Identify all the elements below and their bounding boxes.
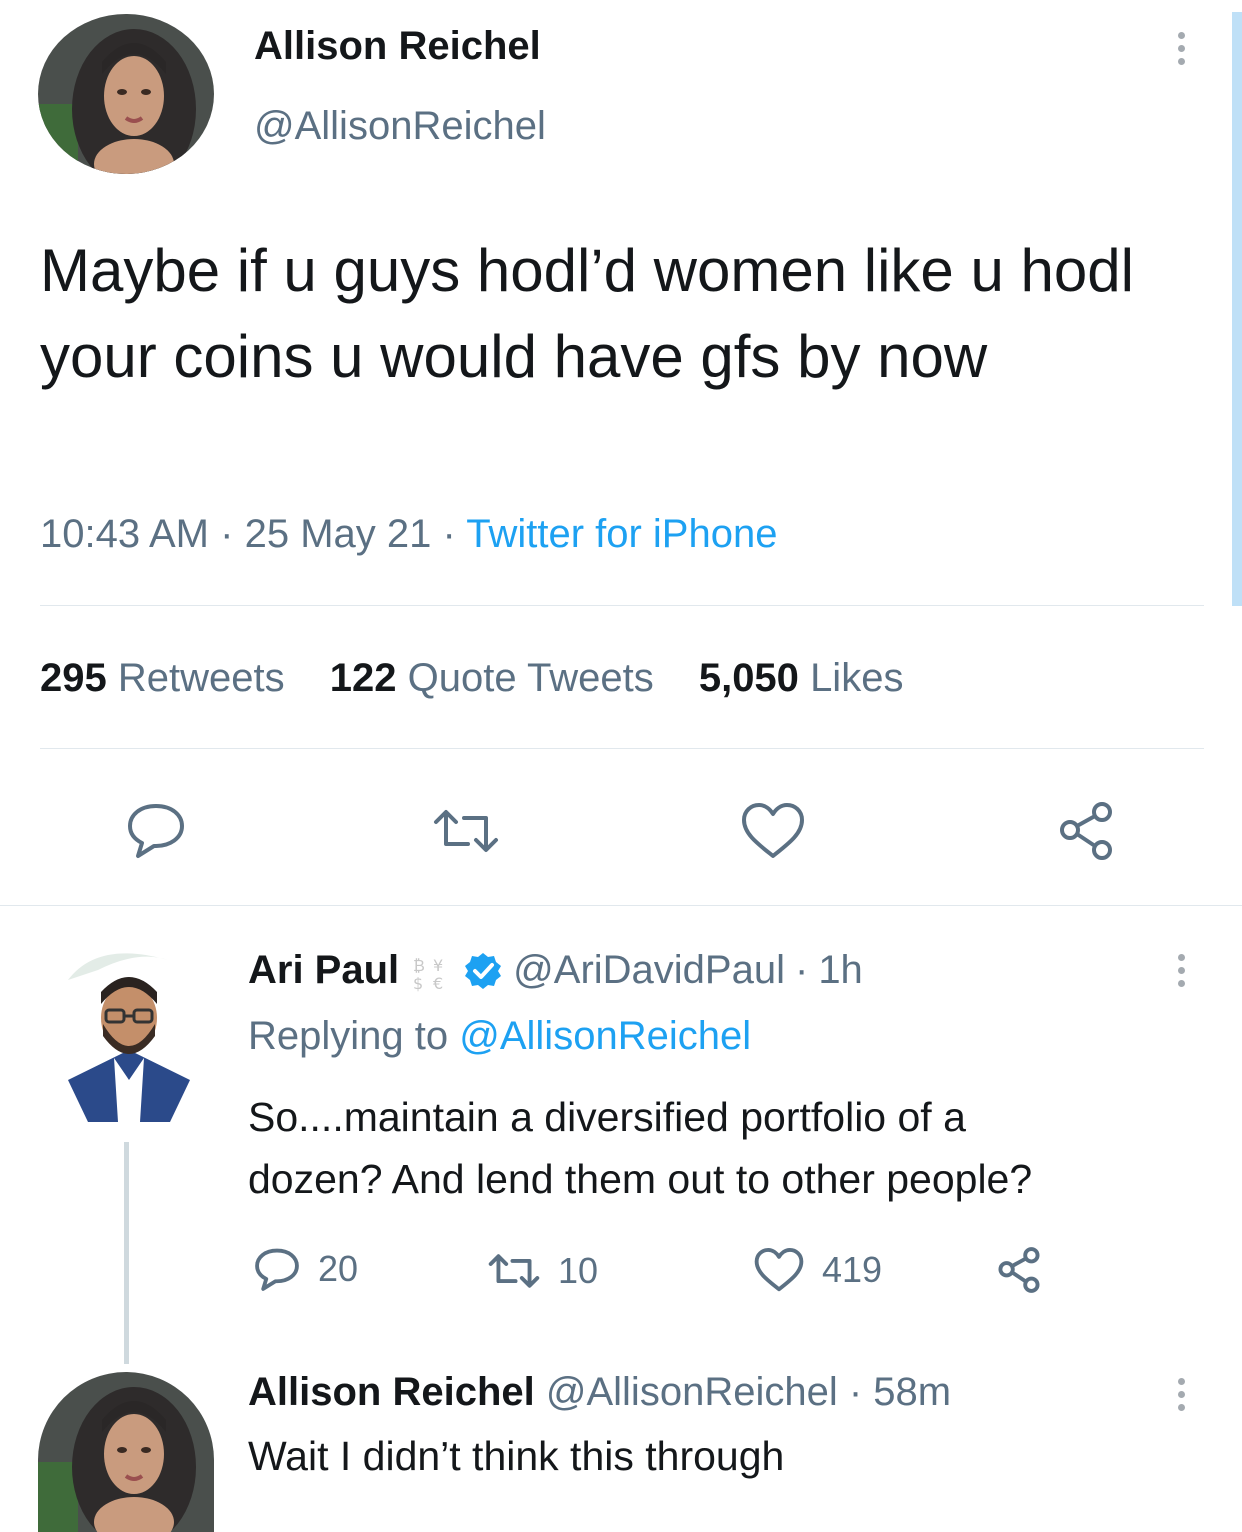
author-avatar[interactable] [38, 14, 214, 174]
retweets-stat[interactable]: 295 Retweets [40, 656, 296, 700]
like-icon [742, 803, 804, 858]
divider [40, 748, 1204, 749]
meta-separator: · [794, 948, 809, 992]
retweet-icon [434, 810, 498, 852]
divider [40, 605, 1204, 606]
quotes-label: Quote Tweets [407, 656, 654, 700]
meta-separator: · [442, 512, 456, 556]
replying-to: Replying to @AllisonReichel [248, 1014, 751, 1059]
retweet-button[interactable] [430, 806, 502, 856]
author-avatar[interactable] [38, 1372, 214, 1532]
reply-text: So....maintain a diversified portfolio o… [248, 1086, 1032, 1210]
reply-text-line: dozen? And lend them out to other people… [248, 1156, 1033, 1202]
retweets-count: 295 [40, 656, 107, 700]
author-name[interactable]: Allison Reichel [248, 1370, 535, 1414]
avatar-photo [38, 14, 214, 174]
author-handle[interactable]: @AriDavidPaul [513, 948, 785, 993]
tweet-date[interactable]: 25 May 21 [245, 512, 432, 556]
author-name[interactable]: Allison Reichel [254, 24, 541, 69]
reply-header: Ari Paul ₿ ¥ $ € @AriDavidPaul · 1h [248, 948, 863, 993]
reply-icon [128, 804, 184, 858]
author-handle[interactable]: @AllisonReichel [546, 1370, 838, 1414]
share-button[interactable] [1054, 800, 1118, 862]
retweet-icon [488, 1254, 540, 1288]
divider [0, 905, 1242, 906]
reply-time[interactable]: 1h [818, 948, 863, 993]
tweet-meta: 10:43 AM · 25 May 21 · Twitter for iPhon… [40, 512, 777, 557]
emoji-icon: ₿ ¥ $ € [413, 956, 443, 993]
like-button[interactable]: 419 [752, 1246, 882, 1294]
retweet-button[interactable]: 10 [486, 1250, 598, 1292]
svg-text:¥: ¥ [433, 956, 443, 975]
likes-stat[interactable]: 5,050 Likes [699, 656, 904, 700]
share-icon [998, 1247, 1040, 1293]
svg-text:₿: ₿ [413, 956, 425, 975]
like-button[interactable] [738, 800, 808, 862]
reply-icon [255, 1248, 299, 1291]
replying-handle[interactable]: @AllisonReichel [459, 1014, 751, 1058]
reply-text-line: So....maintain a diversified portfolio o… [248, 1094, 966, 1140]
meta-separator: · [220, 512, 234, 556]
likes-count: 5,050 [698, 656, 799, 700]
quotes-stat[interactable]: 122 Quote Tweets [330, 656, 665, 700]
quotes-count: 122 [329, 656, 397, 700]
svg-text:€: € [433, 974, 443, 993]
more-icon[interactable] [1174, 1378, 1188, 1417]
scrollbar[interactable] [1232, 12, 1242, 606]
author-avatar[interactable] [58, 940, 200, 1122]
likes-label: Likes [810, 656, 904, 700]
retweet-count: 10 [558, 1250, 599, 1291]
like-icon [754, 1248, 804, 1292]
tweet-source[interactable]: Twitter for iPhone [466, 512, 777, 556]
like-count: 419 [822, 1249, 883, 1290]
author-handle[interactable]: @AllisonReichel [254, 104, 546, 149]
tweet-stats: 295 Retweets 122 Quote Tweets 5,050 Like… [40, 656, 903, 701]
reply-count: 20 [318, 1248, 359, 1289]
svg-text:$: $ [413, 974, 423, 993]
reply-header: Allison Reichel @AllisonReichel · 58m [248, 1370, 951, 1415]
tweet-time: 10:43 AM [40, 512, 210, 556]
author-name[interactable]: Ari Paul [248, 948, 399, 993]
share-button[interactable] [994, 1246, 1044, 1294]
tweet-text: Maybe if u guys hodl’d women like u hodl… [40, 237, 1134, 390]
replying-label: Replying to [248, 1014, 449, 1058]
meta-separator: · [848, 1370, 863, 1414]
reply-button[interactable] [124, 800, 188, 860]
retweets-label: Retweets [117, 656, 285, 700]
avatar-photo [58, 940, 200, 1122]
share-icon [1060, 802, 1112, 860]
reply-text: Wait I didn’t think this through [248, 1433, 785, 1479]
reply-time[interactable]: 58m [873, 1370, 951, 1414]
reply-button[interactable]: 20 [252, 1246, 358, 1292]
verified-badge-icon [465, 952, 502, 989]
avatar-photo [38, 1372, 214, 1532]
more-icon[interactable] [1174, 32, 1188, 71]
thread-line [124, 1142, 129, 1364]
more-icon[interactable] [1174, 954, 1188, 993]
